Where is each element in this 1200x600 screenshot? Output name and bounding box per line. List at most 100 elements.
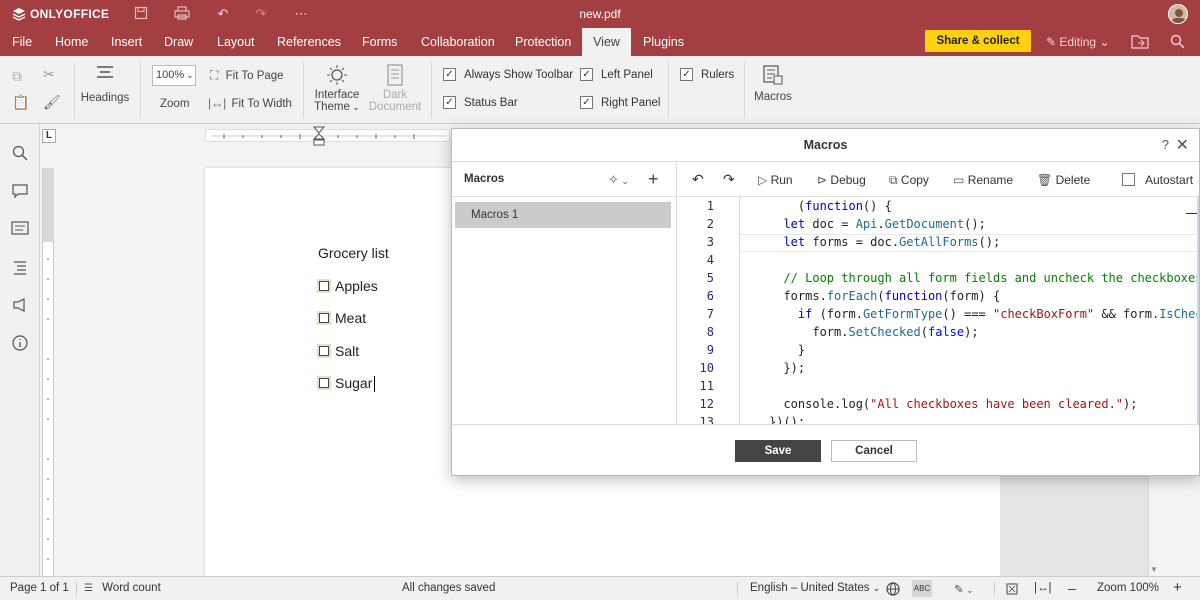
info-icon[interactable] [11, 335, 29, 351]
editor-toolbar: ↶ ↷ ▷ Run ⊳ Debug ⧉ Copy ▭ Rename 🗑 Dele… [678, 163, 1199, 197]
cut-icon[interactable]: ✂ [43, 66, 55, 83]
divider [668, 62, 669, 118]
list-item: Sugar [335, 375, 373, 391]
tab-file[interactable]: File [6, 28, 38, 56]
open-location-icon[interactable] [1131, 34, 1149, 52]
dark-document-button[interactable]: Dark Document [368, 64, 422, 113]
tab-forms[interactable]: Forms [356, 28, 403, 56]
divider [74, 62, 75, 118]
tab-view[interactable]: View [582, 28, 631, 56]
checkbox-form-field[interactable] [317, 344, 331, 358]
horizontal-ruler[interactable] [205, 129, 450, 142]
undo-icon[interactable]: ↶ [692, 171, 704, 188]
editing-mode-dropdown[interactable]: ✎ Editing ⌄ [1046, 28, 1110, 56]
headings-button[interactable]: Headings [80, 64, 130, 104]
debug-button[interactable]: ⊳ Debug [817, 173, 866, 187]
zoom-in-icon[interactable]: + [1173, 579, 1182, 596]
share-collect-button[interactable]: Share & collect [925, 30, 1031, 52]
run-button[interactable]: ▷ Run [758, 173, 793, 187]
fit-page-icon[interactable] [1005, 582, 1019, 599]
code-line: // Loop through all form fields and unch… [769, 271, 1199, 285]
ai-macro-icon[interactable]: ✧ ⌄ [608, 172, 629, 188]
search-icon[interactable] [11, 145, 29, 161]
document-title: new.pdf [579, 7, 621, 21]
line-number: 13 [699, 415, 714, 424]
checkbox-form-field[interactable] [317, 311, 331, 325]
autostart-checkbox[interactable] [1122, 173, 1135, 186]
checkbox-form-field[interactable] [317, 279, 331, 293]
zoom-level: Zoom 100% [1097, 582, 1160, 594]
word-count-icon: ☰ [84, 583, 93, 594]
code-line: }); [769, 361, 806, 375]
paste-icon[interactable]: 📋 [12, 94, 29, 111]
line-number: 2 [706, 217, 714, 231]
scroll-down-icon[interactable]: ▼ [1150, 565, 1158, 574]
tab-protection[interactable]: Protection [509, 28, 577, 56]
status-bar-checkbox[interactable]: ✓ [443, 96, 456, 109]
language-select[interactable]: English – United States ⌄ [750, 582, 880, 594]
zoom-value: 100% [156, 69, 185, 81]
tab-collaboration[interactable]: Collaboration [415, 28, 501, 56]
vertical-ruler[interactable] [42, 168, 54, 576]
divider [140, 62, 141, 118]
delete-button[interactable]: 🗑 Delete [1037, 173, 1090, 187]
copy-icon[interactable]: ⧉ [12, 68, 22, 85]
trash-icon: 🗑 [1037, 173, 1053, 187]
format-painter-icon[interactable]: 🖌 [43, 94, 61, 111]
help-icon[interactable]: ? [1162, 137, 1169, 152]
dark-document-label-2: Document [368, 101, 422, 113]
debug-icon: ⊳ [817, 173, 828, 187]
line-number: 10 [699, 361, 714, 375]
navigation-icon[interactable] [11, 259, 29, 275]
track-changes-icon[interactable]: ✎ ⌄ [954, 582, 974, 596]
tab-layout[interactable]: Layout [211, 28, 261, 56]
tab-plugins[interactable]: Plugins [637, 28, 690, 56]
line-number: 6 [706, 289, 714, 303]
language-label: English – United States [750, 582, 870, 594]
word-count-button[interactable]: ☰ Word count [84, 582, 161, 594]
zoom-select[interactable]: 100% ⌄ [152, 65, 196, 86]
search-icon[interactable] [1170, 34, 1185, 52]
macros-list-header: Macros ✧ ⌄ + [452, 163, 677, 197]
left-panel-checkbox[interactable]: ✓ [580, 68, 593, 81]
list-item: Meat [335, 310, 367, 326]
macro-list-item[interactable]: Macros 1 [455, 202, 671, 228]
tab-home[interactable]: Home [49, 28, 94, 56]
divider [744, 62, 745, 118]
comments-icon[interactable] [11, 183, 29, 199]
checkbox-form-field[interactable] [317, 376, 331, 390]
avatar[interactable] [1168, 4, 1188, 24]
rename-button[interactable]: ▭ Rename [953, 173, 1013, 187]
right-panel-checkbox[interactable]: ✓ [580, 96, 593, 109]
fit-to-width-button[interactable]: |↔| Fit To Width [208, 96, 292, 110]
line-number: 11 [699, 379, 714, 393]
always-show-toolbar-label: Always Show Toolbar [464, 69, 574, 81]
play-icon: ▷ [758, 173, 768, 187]
indent-marker-icon[interactable] [312, 126, 326, 146]
save-button[interactable]: Save [735, 440, 821, 462]
interface-theme-button[interactable]: Interface Theme ⌄ [312, 64, 362, 113]
tab-stop-selector[interactable]: L [42, 129, 56, 143]
status-bar-label: Status Bar [464, 97, 518, 109]
zoom-out-icon[interactable]: – [1068, 580, 1076, 596]
always-show-toolbar-checkbox[interactable]: ✓ [443, 68, 456, 81]
redo-icon[interactable]: ↷ [723, 171, 735, 188]
close-icon[interactable]: ✕ [1176, 135, 1189, 155]
cancel-button[interactable]: Cancel [831, 440, 917, 462]
editor-scrollbar[interactable] [1197, 197, 1199, 424]
add-macro-icon[interactable]: + [648, 169, 659, 190]
fit-width-icon[interactable]: |↔| [1034, 582, 1051, 594]
macros-button[interactable]: Macros [752, 64, 794, 103]
copy-button[interactable]: ⧉ Copy [889, 173, 929, 188]
spellcheck-icon[interactable]: ABC [912, 580, 932, 597]
tab-insert[interactable]: Insert [105, 28, 148, 56]
code-editor[interactable]: 1 2 3 4 5 6 7 8 9 10 11 12 13 (function(… [678, 197, 1199, 424]
globe-icon[interactable] [886, 582, 900, 599]
tab-references[interactable]: References [271, 28, 347, 56]
page-indicator[interactable]: Page 1 of 1 [10, 582, 69, 594]
chat-icon[interactable] [11, 221, 29, 237]
rulers-checkbox[interactable]: ✓ [680, 68, 693, 81]
tab-draw[interactable]: Draw [158, 28, 199, 56]
feedback-icon[interactable] [11, 297, 29, 313]
fit-to-page-button[interactable]: ⛶ Fit To Page [210, 68, 284, 83]
